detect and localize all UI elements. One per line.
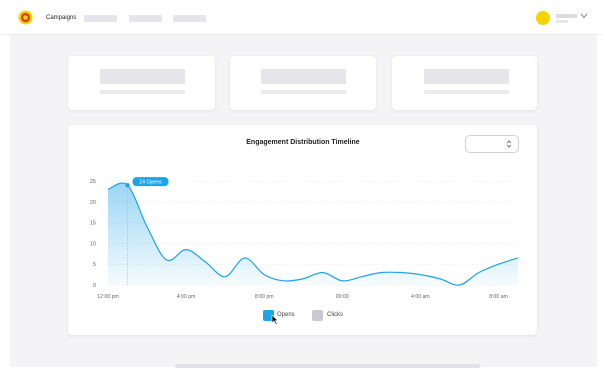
series-area-opens <box>108 183 518 286</box>
stat-label-placeholder <box>100 90 185 94</box>
y-tick-label: 15 <box>90 221 96 227</box>
mouse-cursor-icon <box>271 315 279 325</box>
legend-swatch-clicks[interactable] <box>312 310 323 321</box>
legend-label-clicks[interactable]: Clicks <box>327 312 343 318</box>
stat-label-placeholder <box>261 90 346 94</box>
y-tick-label: 20 <box>90 200 96 206</box>
x-tick-label: 8:00 pm <box>255 294 274 300</box>
stat-card <box>68 56 215 110</box>
engagement-area-chart: 0 5 10 15 20 25 12:00 pm 4:00 pm 8:00 pm 00:00 4:0… <box>90 177 519 300</box>
nav-link-placeholder[interactable] <box>173 15 206 22</box>
x-tick-label: 4:00 pm <box>177 294 196 300</box>
main-content: Engagement Distribution Timeline 0 5 10 15 2… <box>10 35 597 368</box>
stat-value-placeholder <box>100 69 185 84</box>
highlight-tooltip-label: 24 Opens <box>139 179 162 185</box>
y-tick-label: 10 <box>90 241 96 247</box>
engagement-chart-card: Engagement Distribution Timeline 0 5 10 15 2… <box>68 125 537 335</box>
stat-card <box>392 56 537 110</box>
stat-value-placeholder <box>424 69 509 84</box>
scroll-indicator <box>175 364 480 368</box>
user-name-placeholder <box>556 14 577 18</box>
nav-link-placeholder[interactable] <box>84 15 117 22</box>
x-tick-label: 4:00 am <box>411 294 430 300</box>
x-tick-label: 8:00 am <box>489 294 508 300</box>
highlight-point <box>125 182 130 188</box>
legend-label-opens[interactable]: Opens <box>277 312 295 318</box>
y-tick-label: 25 <box>90 179 96 185</box>
stat-card <box>230 56 376 110</box>
chevron-down-icon[interactable] <box>580 13 588 19</box>
stat-label-placeholder <box>424 90 509 94</box>
nav-link-placeholder[interactable] <box>129 15 162 22</box>
brand-logo-icon[interactable] <box>18 10 33 25</box>
x-tick-label: 12:00 pm <box>97 294 119 300</box>
stat-value-placeholder <box>261 69 346 84</box>
nav-link-campaigns[interactable]: Campaigns <box>46 15 76 21</box>
y-tick-label: 0 <box>93 283 96 289</box>
avatar[interactable] <box>536 11 550 25</box>
top-bar: Campaigns <box>0 0 603 35</box>
user-role-placeholder <box>556 20 568 23</box>
x-tick-label: 00:00 <box>336 294 349 300</box>
y-tick-label: 5 <box>93 262 96 268</box>
